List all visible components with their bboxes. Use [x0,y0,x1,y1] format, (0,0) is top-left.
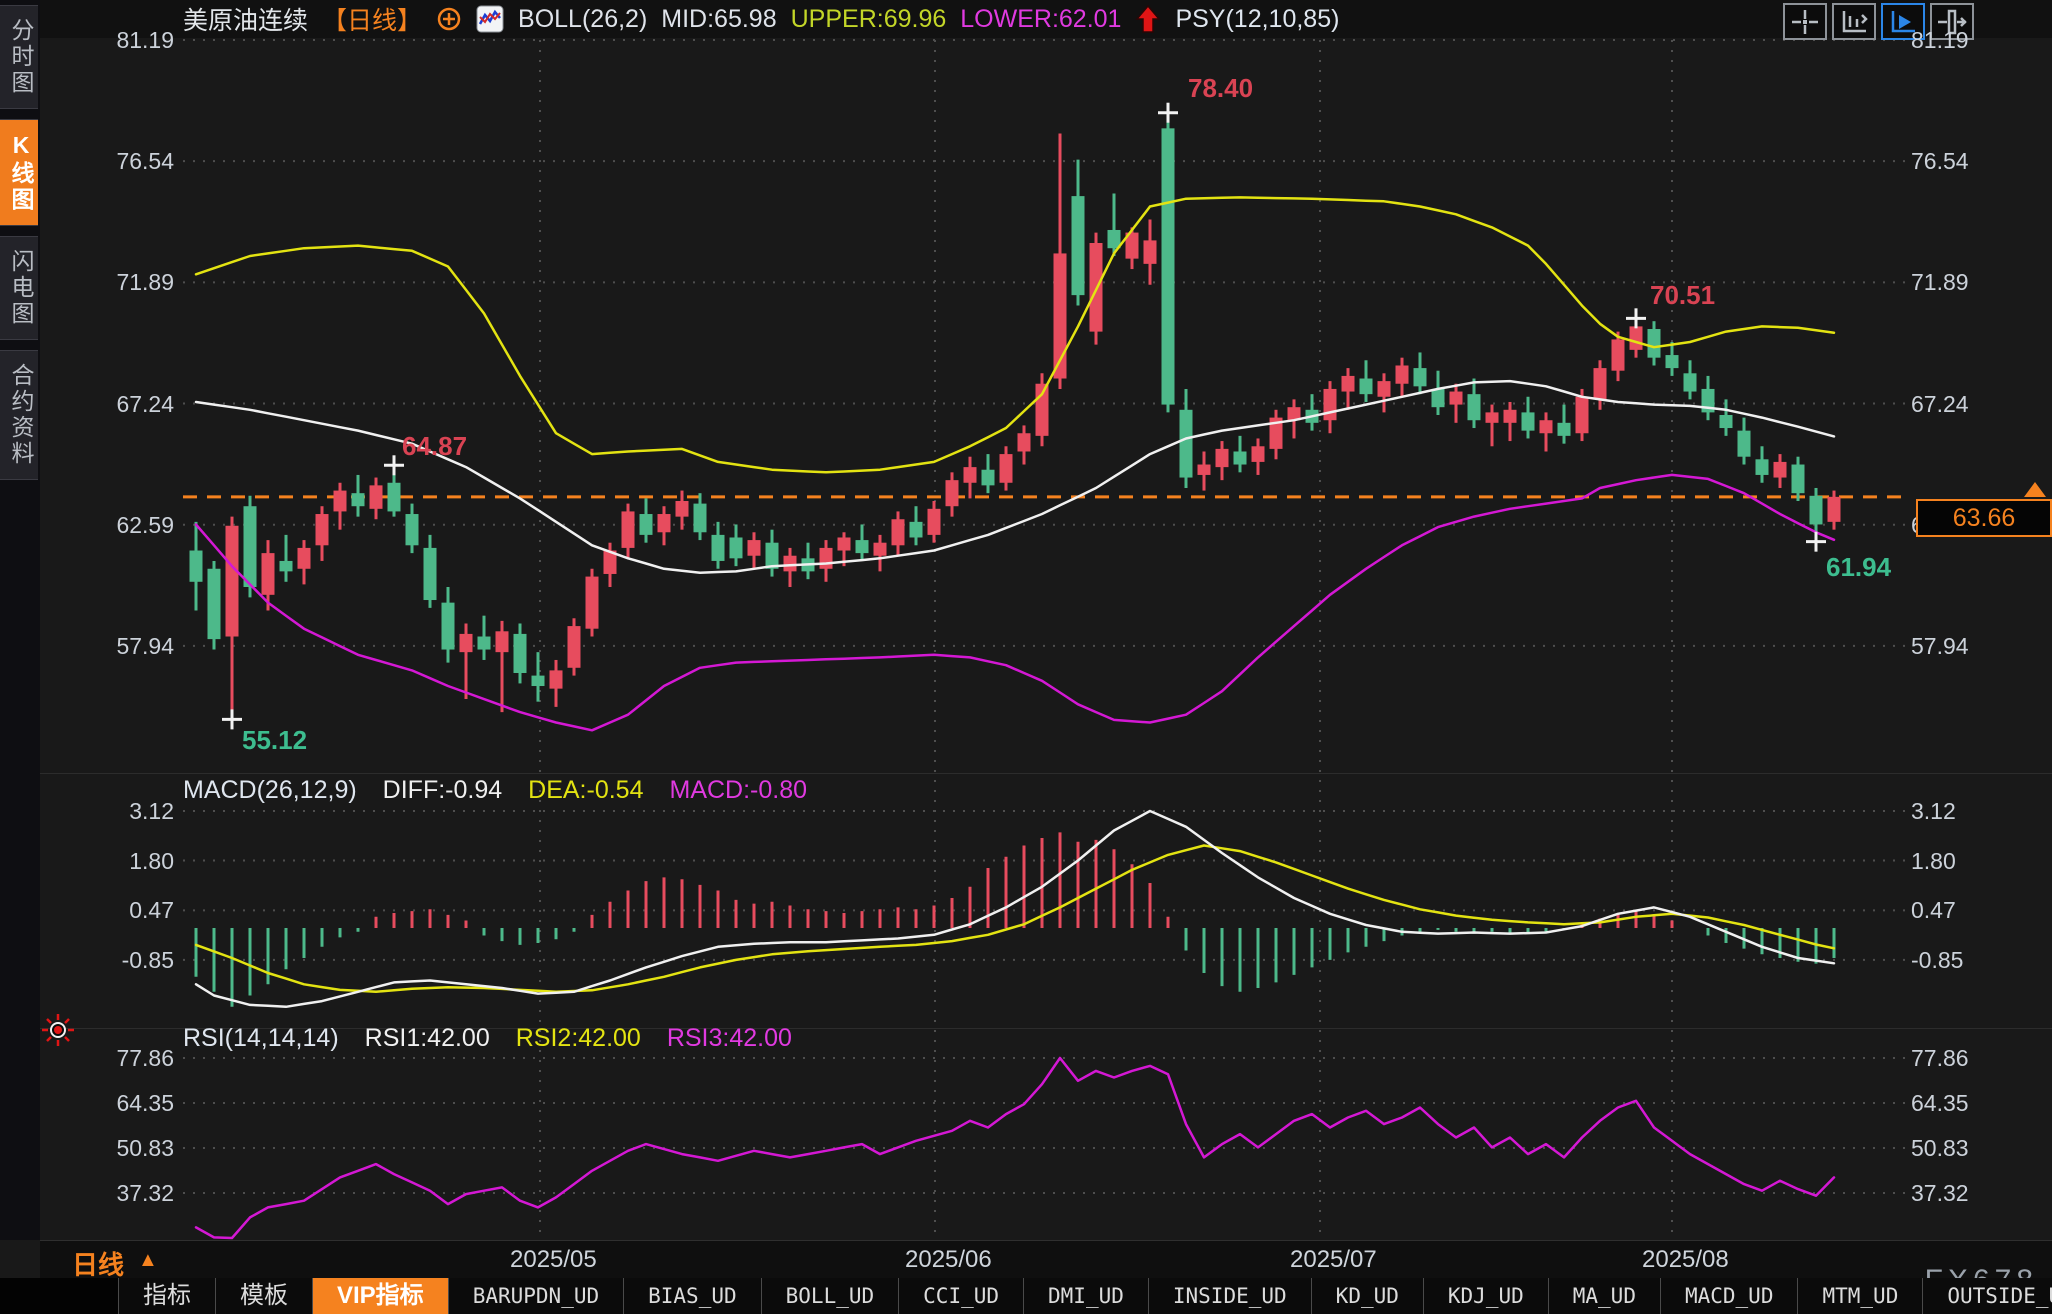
tab-mtm_ud[interactable]: MTM_UD [1797,1278,1922,1314]
rsi-pane-label: RSI(14,14,14) RSI1:42.00 RSI2:42.00 RSI3… [183,1024,792,1053]
last-price-tag: 63.66 [1916,499,2052,537]
tab-ma_ud[interactable]: MA_UD [1548,1278,1660,1314]
high-price-marker: 78.40 [1188,73,1253,104]
title-bar: 美原油连续 【日线】 BOLL(26,2) MID:65.98 UPPER:69… [0,0,2052,38]
tab-kdj_ud[interactable]: KDJ_UD [1423,1278,1548,1314]
pane-separator [40,773,2052,774]
rsi3-value: RSI3:42.00 [667,1024,792,1053]
macd-axis-label: 1.80 [0,848,174,874]
price-axis-label: 67.24 [0,391,174,417]
rsi-axis-label: 37.32 [1911,1180,2051,1206]
period-selector[interactable]: 日线 [72,1245,124,1282]
macd-axis-label: 0.47 [0,897,174,923]
boll-params: BOLL(26,2) [518,5,647,34]
macd-axis-label: 1.80 [1911,848,2051,874]
tab-boll_ud[interactable]: BOLL_UD [761,1278,899,1314]
boll-mid-value: MID:65.98 [661,5,776,34]
indicator-tab-bar: 指标模板VIP指标BARUPDN_UDBIAS_UDBOLL_UDCCI_UDD… [0,1278,2052,1314]
month-label: 2025/08 [1642,1246,1729,1274]
tab-macd_ud[interactable]: MACD_UD [1660,1278,1798,1314]
tab-cci_ud[interactable]: CCI_UD [898,1278,1023,1314]
tab-kd_ud[interactable]: KD_UD [1311,1278,1423,1314]
price-axis-label: 76.54 [0,148,174,174]
price-axis-label: 71.89 [0,269,174,295]
rsi-params: RSI(14,14,14) [183,1024,339,1053]
low-price-marker: 55.12 [242,725,307,756]
boll-chart-icon[interactable] [476,5,504,33]
month-label: 2025/07 [1290,1246,1377,1274]
add-indicator-icon[interactable] [436,6,462,32]
price-axis-label: 71.89 [1911,269,2051,295]
rsi1-value: RSI1:42.00 [365,1024,490,1053]
rsi-axis-label: 64.35 [0,1090,174,1116]
psy-params: PSY(12,10,85) [1175,5,1339,34]
signal-up-arrow-icon [1135,4,1161,34]
tab-vip[interactable]: VIP指标 [312,1278,448,1314]
price-axis-label: 62.59 [0,512,174,538]
rsi2-value: RSI2:42.00 [516,1024,641,1053]
macd-axis-label: 3.12 [1911,798,2051,824]
macd-dea-value: DEA:-0.54 [528,776,643,805]
price-axis-label: 81.19 [1911,27,2051,53]
macd-hist-value: MACD:-0.80 [670,776,808,805]
kline-chart-app: 美原油连续 【日线】 BOLL(26,2) MID:65.98 UPPER:69… [0,0,2052,1314]
tab-outside_ud[interactable]: OUTSIDE_UD [1922,1278,2052,1314]
low-price-marker: 61.94 [1826,552,1891,583]
boll-lower-value: LOWER:62.01 [960,5,1121,34]
price-axis-label: 57.94 [0,633,174,659]
macd-axis-label: -0.85 [0,947,174,973]
macd-axis-label: -0.85 [1911,947,2051,973]
rsi-axis-label: 77.86 [0,1045,174,1071]
tab-bias_ud[interactable]: BIAS_UD [623,1278,761,1314]
tab-barupdn_ud[interactable]: BARUPDN_UD [448,1278,623,1314]
sidebar-item-分时图[interactable]: 分时图 [0,5,38,109]
tab-[interactable]: 模板 [215,1278,312,1314]
rsi-axis-label: 50.83 [1911,1135,2051,1161]
live-indicator-icon [40,1012,76,1053]
price-axis-label: 81.19 [0,27,174,53]
symbol-name: 美原油连续 [183,1,308,37]
rsi-axis-label: 50.83 [0,1135,174,1161]
period-tag: 【日线】 [322,1,422,37]
macd-axis-label: 3.12 [0,798,174,824]
macd-pane-label: MACD(26,12,9) DIFF:-0.94 DEA:-0.54 MACD:… [183,776,807,805]
month-label: 2025/05 [510,1246,597,1274]
rsi-axis-label: 77.86 [1911,1045,2051,1071]
macd-params: MACD(26,12,9) [183,776,357,805]
price-up-arrow-icon [2024,482,2046,497]
price-axis-label: 76.54 [1911,148,2051,174]
macd-diff-value: DIFF:-0.94 [383,776,502,805]
price-axis-label: 67.24 [1911,391,2051,417]
rsi-axis-label: 64.35 [1911,1090,2051,1116]
crosshair-tool-icon[interactable] [1783,3,1827,40]
rsi-axis-label: 37.32 [0,1180,174,1206]
boll-upper-value: UPPER:69.96 [791,5,947,34]
month-label: 2025/06 [905,1246,992,1274]
tab-dmi_ud[interactable]: DMI_UD [1023,1278,1148,1314]
high-price-marker: 64.87 [402,431,467,462]
price-axis-label: 57.94 [1911,633,2051,659]
macd-axis-label: 0.47 [1911,897,2051,923]
period-arrow-icon[interactable]: ▲ [138,1249,158,1272]
x-axis-row [40,1240,2052,1280]
high-price-marker: 70.51 [1650,280,1715,311]
tab-inside_ud[interactable]: INSIDE_UD [1148,1278,1311,1314]
axis-scale-tool-icon[interactable] [1832,3,1876,40]
tab-[interactable]: 指标 [118,1278,215,1314]
